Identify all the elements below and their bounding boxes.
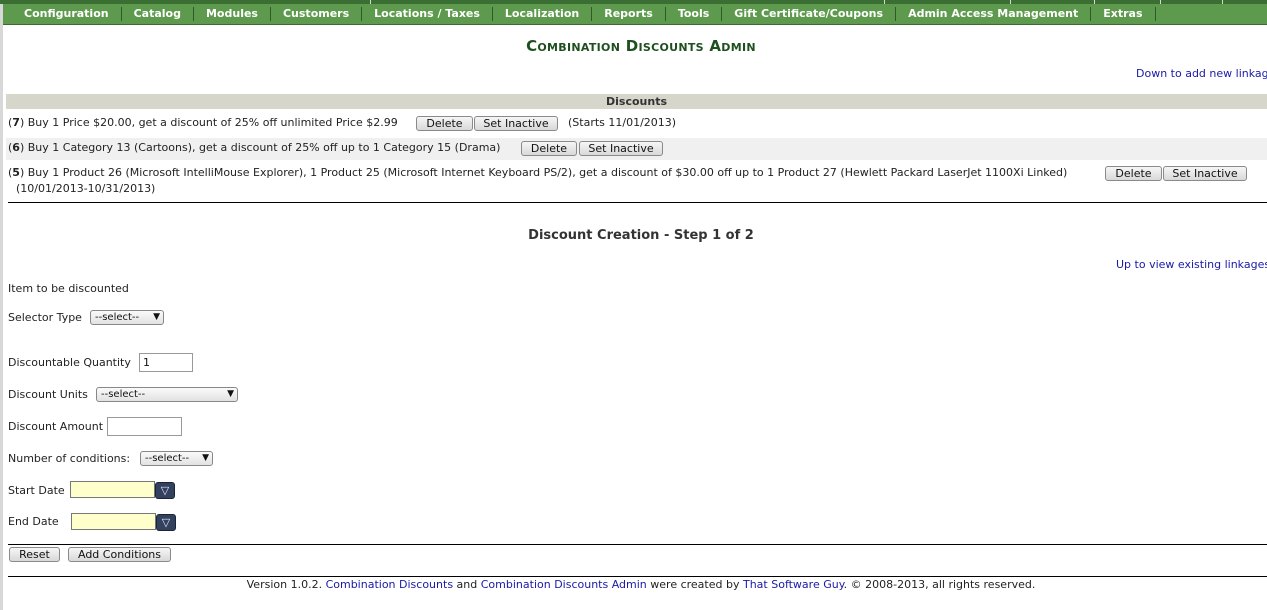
item-to-be-discounted-label: Item to be discounted (8, 282, 129, 295)
discounts-header: Discounts (6, 94, 1267, 109)
selector-type-label: Selector Type (8, 311, 82, 324)
menu-item-customers[interactable]: Customers (271, 7, 363, 21)
menu-item-tools[interactable]: Tools (666, 7, 723, 21)
discount-row: (5) Buy 1 Product 26 (Microsoft IntelliM… (6, 163, 1267, 199)
menu-item-admin-access[interactable]: Admin Access Management (896, 7, 1092, 21)
discount-row-text: (7) Buy 1 Price $20.00, get a discount o… (8, 116, 398, 129)
end-date-label: End Date (8, 515, 59, 528)
footer: Version 1.0.2. Combination Discounts and… (246, 578, 1036, 591)
chevron-down-icon: ▼ (227, 389, 234, 399)
menu-item-gift-certificates[interactable]: Gift Certificate/Coupons (722, 7, 897, 21)
menu-item-modules[interactable]: Modules (194, 7, 271, 21)
discount-row: (7) Buy 1 Price $20.00, get a discount o… (6, 115, 1267, 137)
admin-menu-bar: Configuration Catalog Modules Customers … (3, 4, 1267, 25)
set-inactive-button[interactable]: Set Inactive (474, 116, 558, 131)
set-inactive-button[interactable]: Set Inactive (1163, 166, 1247, 181)
calendar-dropdown-icon[interactable]: ▽ (155, 482, 175, 499)
discount-row: (6) Buy 1 Category 13 (Cartoons), get a … (6, 138, 1267, 160)
chevron-down-icon: ▼ (202, 453, 209, 463)
divider (8, 544, 1267, 545)
start-date-label: Start Date (8, 484, 65, 497)
left-frame-edge (0, 4, 3, 610)
selector-type-select[interactable]: --select-- ▼ (90, 310, 164, 325)
discount-id: 7 (12, 116, 20, 129)
discount-note: (Starts 11/01/2013) (568, 116, 677, 129)
menu-item-configuration[interactable]: Configuration (3, 7, 122, 21)
add-conditions-button[interactable]: Add Conditions (68, 547, 171, 562)
menu-item-extras[interactable]: Extras (1091, 7, 1156, 21)
discount-row-text: (6) Buy 1 Category 13 (Cartoons), get a … (8, 141, 501, 154)
divider (8, 202, 1267, 203)
combination-discounts-link[interactable]: Combination Discounts (326, 578, 453, 591)
divider (8, 576, 1267, 577)
up-to-view-link[interactable]: Up to view existing linkages (1116, 258, 1267, 271)
menu-item-localization[interactable]: Localization (493, 7, 593, 21)
menu-item-locations-taxes[interactable]: Locations / Taxes (362, 7, 493, 21)
start-date-input[interactable] (70, 481, 155, 498)
set-inactive-button[interactable]: Set Inactive (579, 141, 663, 156)
page-title: Combination Discounts Admin (526, 37, 756, 55)
discount-id: 5 (12, 166, 20, 179)
discount-amount-input[interactable] (107, 417, 182, 436)
number-of-conditions-select[interactable]: --select-- ▼ (140, 451, 213, 466)
menu-item-reports[interactable]: Reports (592, 7, 666, 21)
down-to-add-link[interactable]: Down to add new linkage (1136, 67, 1267, 80)
chevron-down-icon: ▼ (153, 312, 160, 322)
number-of-conditions-label: Number of conditions: (8, 452, 131, 465)
discount-row-text: (5) Buy 1 Product 26 (Microsoft IntelliM… (8, 166, 1068, 179)
delete-button[interactable]: Delete (416, 116, 473, 131)
combination-discounts-admin-link[interactable]: Combination Discounts Admin (481, 578, 647, 591)
delete-button[interactable]: Delete (521, 141, 577, 156)
discount-amount-label: Discount Amount (8, 420, 104, 433)
menu-item-catalog[interactable]: Catalog (122, 7, 194, 21)
discountable-quantity-input[interactable]: 1 (139, 353, 193, 372)
discountable-quantity-label: Discountable Quantity (8, 356, 131, 369)
calendar-dropdown-icon[interactable]: ▽ (156, 514, 176, 531)
discount-units-label: Discount Units (8, 388, 88, 401)
discount-units-select[interactable]: --select-- ▼ (96, 387, 238, 402)
that-software-guy-link[interactable]: That Software Guy (743, 578, 844, 591)
discount-note: (10/01/2013-10/31/2013) (16, 182, 156, 195)
end-date-input[interactable] (71, 513, 156, 530)
discount-id: 6 (12, 141, 20, 154)
reset-button[interactable]: Reset (9, 547, 60, 562)
delete-button[interactable]: Delete (1105, 166, 1162, 181)
section-title: Discount Creation - Step 1 of 2 (528, 228, 754, 243)
